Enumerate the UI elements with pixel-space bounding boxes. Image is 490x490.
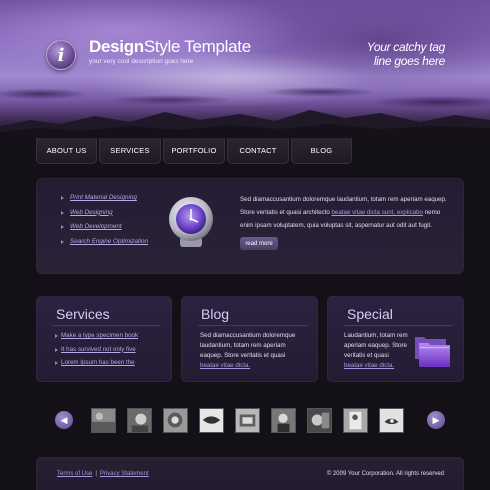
featured-link[interactable]: Search Engine Optimization <box>61 238 148 253</box>
tagline: Your catchy tag line goes here <box>366 40 446 68</box>
special-title: Special <box>347 306 393 322</box>
services-box: Services Make a type specimen book It ha… <box>36 296 172 382</box>
services-divider <box>53 325 161 326</box>
services-link[interactable]: Lorem Ipsum has been the <box>55 359 138 373</box>
read-more-button[interactable]: read more <box>240 237 278 250</box>
special-box: Special Laudantium, totam rem aperiam ea… <box>327 296 464 382</box>
services-link[interactable]: Make a type specimen book <box>55 332 138 346</box>
gallery-thumb[interactable] <box>127 408 152 433</box>
featured-link[interactable]: Web Development <box>61 223 148 238</box>
tagline-line2: line goes here <box>373 54 445 68</box>
header-mountains <box>0 110 490 138</box>
featured-links: Print Material Designing Web Designing W… <box>61 194 148 253</box>
blog-link[interactable]: beatae vitae dicta. <box>200 362 250 369</box>
arrow-left-icon[interactable]: ◀ <box>55 411 73 429</box>
special-link[interactable]: beatae vitae dicta. <box>344 362 394 369</box>
header: i DesignStyle Template your very cool de… <box>0 0 490 138</box>
services-title: Services <box>56 306 110 322</box>
logo-info-icon[interactable]: i <box>46 40 76 70</box>
clock-icon <box>169 197 213 247</box>
blog-title: Blog <box>201 306 230 322</box>
gallery-thumb[interactable] <box>235 408 260 433</box>
logo-letter: i <box>57 44 65 66</box>
nav-contact[interactable]: CONTACT <box>227 138 289 164</box>
brand-title-light: Template <box>180 37 251 56</box>
gallery-thumb[interactable] <box>343 408 368 433</box>
gallery: ◀ ▶ <box>55 406 445 436</box>
featured-panel: Print Material Designing Web Designing W… <box>36 178 464 274</box>
nav-services[interactable]: SERVICES <box>99 138 161 164</box>
copyright: © 2009 Your Corporation. All rights rese… <box>326 471 444 477</box>
gallery-thumb[interactable] <box>91 408 116 433</box>
gallery-thumb[interactable] <box>379 408 404 433</box>
featured-link[interactable]: Print Material Designing <box>61 194 148 209</box>
featured-text-link[interactable]: beatae vitae dicta sunt, explicabo <box>331 209 423 216</box>
special-text: Laudantium, totam rem aperiam eaquep. St… <box>344 332 408 359</box>
nav-portfolio[interactable]: PORTFOLIO <box>163 138 225 164</box>
gallery-thumb[interactable] <box>199 408 224 433</box>
footer: Terms of Use | Privacy Statement © 2009 Yo… <box>36 457 464 490</box>
featured-link[interactable]: Web Designing <box>61 209 148 224</box>
terms-link[interactable]: Terms of Use <box>57 471 92 477</box>
tagline-line1: Your catchy tag <box>366 40 446 54</box>
brand-title-mid: Style <box>143 37 181 56</box>
nav-blog[interactable]: BLOG <box>291 138 352 164</box>
blog-divider <box>198 325 307 326</box>
services-link[interactable]: It has survived not only five <box>55 346 138 360</box>
gallery-thumb[interactable] <box>271 408 296 433</box>
special-divider <box>344 325 453 326</box>
blog-text-block: Sed diamaccusantium doloremque laudantiu… <box>200 331 308 371</box>
blog-text: Sed diamaccusantium doloremque laudantiu… <box>200 332 296 359</box>
brand-title[interactable]: DesignStyle Template <box>89 37 251 57</box>
footer-separator: | <box>95 471 97 477</box>
privacy-link[interactable]: Privacy Statement <box>100 471 149 477</box>
main-nav: ABOUT US SERVICES PORTFOLIO CONTACT BLOG <box>36 138 352 164</box>
footer-links: Terms of Use | Privacy Statement <box>57 471 149 477</box>
brand-title-bold: Design <box>89 37 144 56</box>
brand-description: your very cool description goes here <box>89 58 194 65</box>
gallery-thumb[interactable] <box>307 408 332 433</box>
nav-about-us[interactable]: ABOUT US <box>36 138 97 164</box>
services-list: Make a type specimen book It has survive… <box>55 332 138 373</box>
blog-box: Blog Sed diamaccusantium doloremque laud… <box>181 296 318 382</box>
featured-text: Sed diamaccusantium doloremque laudantiu… <box>240 193 452 232</box>
special-text-block: Laudantium, totam rem aperiam eaquep. St… <box>344 331 412 371</box>
gallery-thumb[interactable] <box>163 408 188 433</box>
arrow-right-icon[interactable]: ▶ <box>427 411 445 429</box>
folders-icon <box>415 337 450 367</box>
